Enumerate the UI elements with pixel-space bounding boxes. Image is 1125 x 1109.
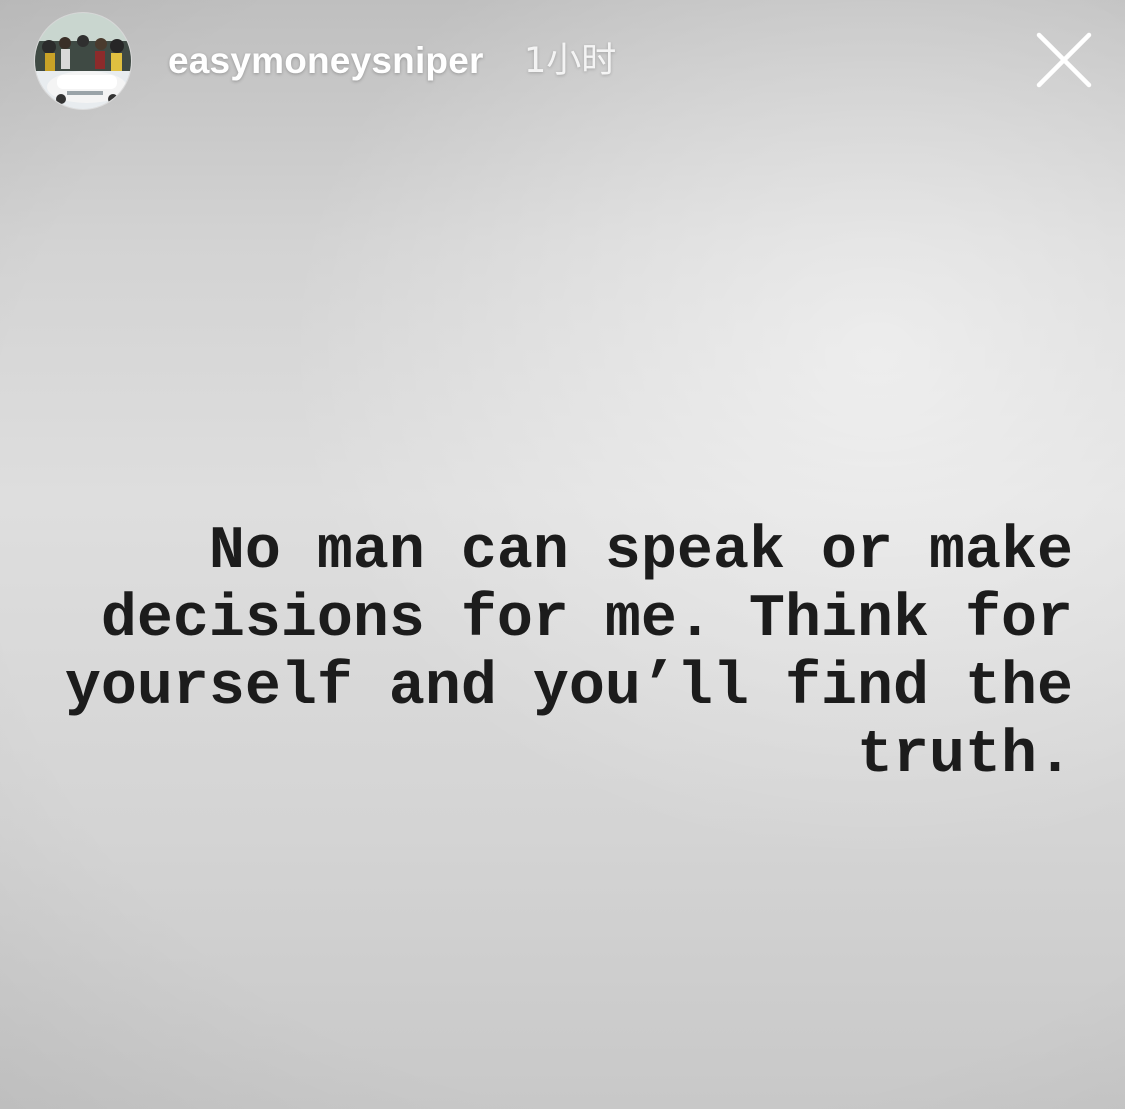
quote-line: yourself and you’ll find the	[64, 654, 1073, 722]
story-quote-text: No man can speak or make decisions for m…	[53, 518, 1073, 790]
profile-avatar[interactable]	[35, 13, 131, 109]
quote-line: No man can speak or make	[208, 518, 1073, 586]
story-timestamp: 1小时	[524, 41, 617, 81]
close-button[interactable]	[1030, 26, 1098, 94]
avatar-image	[35, 13, 131, 109]
quote-line: decisions for me. Think for	[100, 586, 1073, 654]
story-viewer[interactable]: easymoneysniper 1小时 No man can speak or …	[0, 0, 1125, 1109]
quote-line: truth.	[856, 722, 1073, 790]
username[interactable]: easymoneysniper	[168, 38, 484, 84]
close-icon	[1036, 32, 1092, 88]
